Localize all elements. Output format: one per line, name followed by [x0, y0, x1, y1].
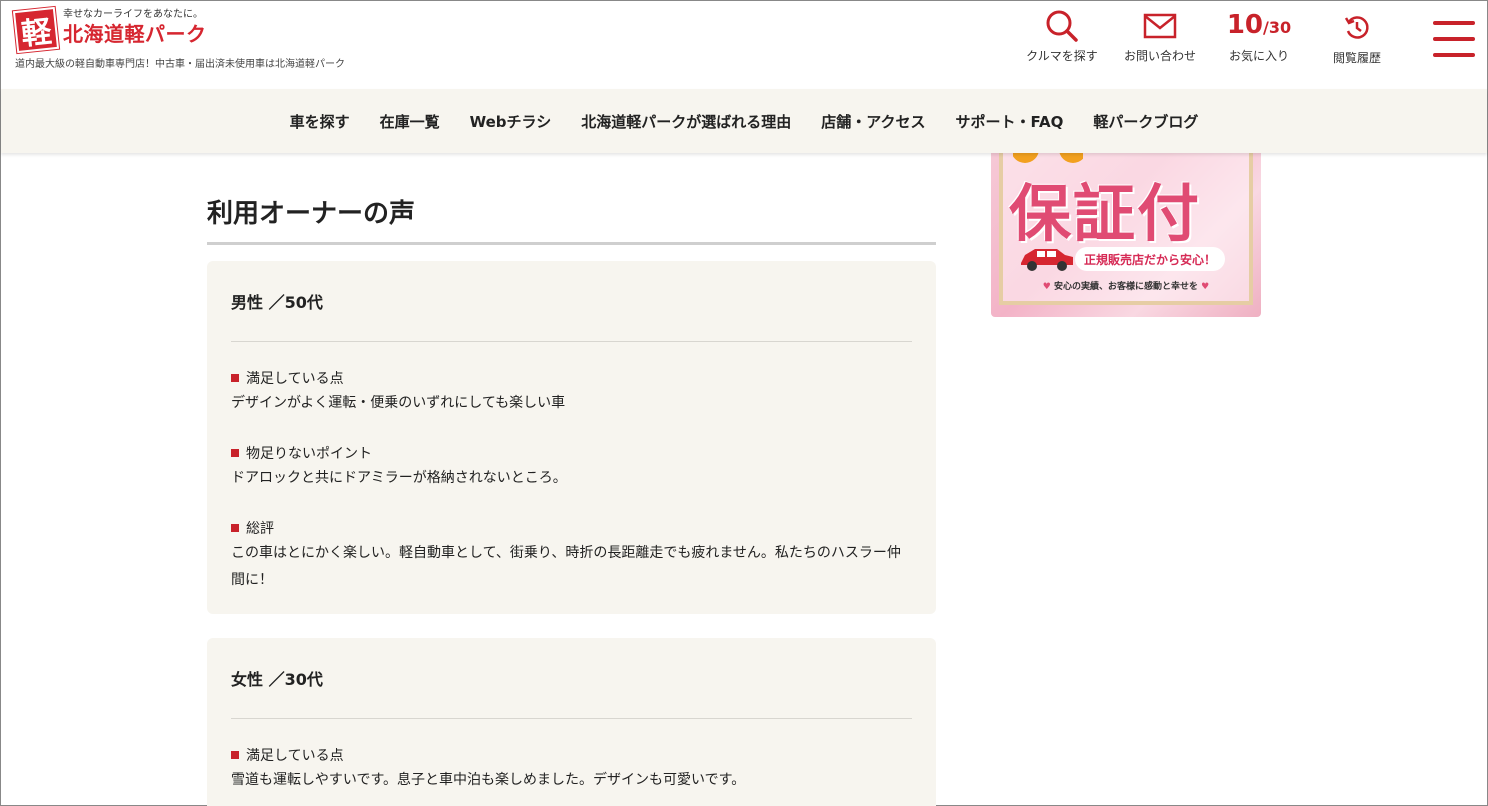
heart-icon: ♥ [1042, 282, 1051, 292]
nav-item-web-flyer[interactable]: Webチラシ [470, 111, 552, 132]
search-car-label: クルマを探す [1026, 49, 1098, 63]
history-icon [1343, 9, 1371, 47]
banner-headline: 保証付 [1009, 177, 1202, 250]
review-section: 満足している点 雪道も運転しやすいです。息子と車中泊も楽しめました。デザインも可… [231, 745, 912, 794]
car-icon [1021, 249, 1073, 271]
site-logo[interactable]: 軽 幸せなカーライフをあなたに。 北海道軽パーク [12, 6, 207, 54]
history-label: 閲覧履歴 [1332, 51, 1381, 65]
review-section-body: デザインがよく運転・便乗のいずれにしても楽しい車 [231, 395, 566, 411]
logo-subtitle: 道内最大級の軽自動車専門店！中古車・届出済未使用車は北海道軽パーク [15, 59, 345, 70]
banner-caption: ♥ 安心の実績、お客様に感動と幸せを ♥ [1042, 282, 1210, 292]
warranty-banner[interactable]: 保証付 正規販売店だから安心！ ♥ 安心の実績、お客様に感動と幸せを ♥ [991, 153, 1261, 317]
review-section-body: 雪道も運転しやすいです。息子と車中泊も楽しめました。デザインも可愛いです。 [231, 772, 746, 788]
global-nav: 車を探す 在庫一覧 Webチラシ 北海道軽パークが選ばれる理由 店舗・アクセス … [1, 89, 1487, 153]
main-content: 利用オーナーの声 男性 ／50代 満足している点 デザインがよく運転・便乗のいず… [207, 153, 936, 806]
nav-item-search-car[interactable]: 車を探す [290, 111, 350, 132]
review-section-heading: 満足している点 [231, 745, 912, 765]
favorites-link[interactable]: 10/30 お気に入り [1209, 7, 1309, 64]
review-author: 女性 ／30代 [231, 666, 912, 719]
logo-tagline: 幸せなカーライフをあなたに。 [63, 9, 203, 20]
review-author: 男性 ／50代 [231, 289, 912, 342]
history-link[interactable]: 閲覧履歴 [1307, 9, 1407, 66]
logo-name: 北海道軽パーク [63, 22, 207, 46]
review-section-heading: 満足している点 [231, 368, 912, 388]
contact-link[interactable]: お問い合わせ [1110, 7, 1210, 64]
review-section-heading: 物足りないポイント [231, 443, 912, 463]
review-section-body: ドアロックと共にドアミラーが格納されないところ。 [231, 470, 567, 486]
review-section: 総評 この車はとにかく楽しい。軽自動車として、街乗り、時折の長距離走でも疲れませ… [231, 518, 912, 594]
nav-item-store-access[interactable]: 店舗・アクセス [821, 111, 925, 132]
hamburger-menu-icon[interactable] [1433, 21, 1475, 57]
review-section: 物足りないポイント ドアロックと共にドアミラーが格納されないところ。 [231, 443, 912, 492]
heart-icon: ♥ [1201, 282, 1210, 292]
contact-label: お問い合わせ [1123, 49, 1196, 63]
site-header: 軽 幸せなカーライフをあなたに。 北海道軽パーク 道内最大級の軽自動車専門店！中… [1, 1, 1487, 89]
review-section-heading: 総評 [231, 518, 912, 538]
banner-pill: 正規販売店だから安心！ [1075, 247, 1225, 271]
nav-item-support-faq[interactable]: サポート・FAQ [956, 111, 1064, 132]
favorites-label: お気に入り [1228, 49, 1289, 63]
review-section: 満足している点 デザインがよく運転・便乗のいずれにしても楽しい車 [231, 368, 912, 417]
nav-item-stock-list[interactable]: 在庫一覧 [380, 111, 440, 132]
review-card: 男性 ／50代 満足している点 デザインがよく運転・便乗のいずれにしても楽しい車… [207, 261, 936, 614]
nav-item-reasons[interactable]: 北海道軽パークが選ばれる理由 [581, 111, 791, 132]
review-card: 女性 ／30代 満足している点 雪道も運転しやすいです。息子と車中泊も楽しめまし… [207, 638, 936, 806]
logo-mark: 軽 [12, 6, 60, 54]
review-section-body: この車はとにかく楽しい。軽自動車として、街乗り、時折の長距離走でも疲れません。私… [231, 545, 901, 588]
mail-icon [1143, 7, 1177, 45]
page-title: 利用オーナーの声 [207, 193, 936, 245]
nav-item-blog[interactable]: 軽パークブログ [1093, 111, 1198, 132]
search-icon [1045, 7, 1079, 45]
search-car-link[interactable]: クルマを探す [1012, 7, 1112, 64]
favorites-count: 10/30 [1226, 9, 1292, 40]
